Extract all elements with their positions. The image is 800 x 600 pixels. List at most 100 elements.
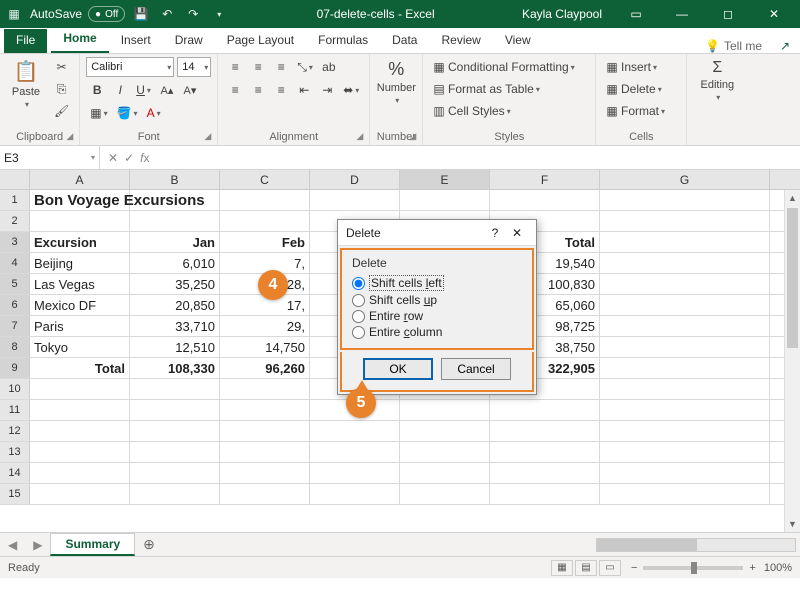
maximize-button[interactable]: ◻ [706,0,750,28]
fx-icon[interactable]: fx [140,151,149,165]
align-right-button[interactable]: ≡ [270,80,292,100]
undo-icon[interactable]: ↶ [157,4,177,24]
borders-button[interactable]: ▦▾ [86,103,111,123]
radio-shift-up[interactable]: Shift cells up [352,292,522,308]
clipboard-launcher[interactable]: ◢ [66,131,73,142]
close-button[interactable]: ✕ [752,0,796,28]
sheet-nav-next[interactable]: ▶ [25,538,50,552]
dialog-cancel-button[interactable]: Cancel [441,358,511,380]
ribbon-options-icon[interactable]: ▭ [614,0,658,28]
row-header[interactable]: 12 [0,421,30,441]
editing-button[interactable]: Σ Editing▾ [693,57,741,104]
cancel-formula-icon[interactable]: ✕ [108,151,118,165]
number-launcher[interactable]: ◢ [409,131,416,142]
select-all-corner[interactable] [0,170,30,189]
insert-cells-button[interactable]: ▦ Insert▾ [602,57,680,77]
tab-insert[interactable]: Insert [109,29,163,53]
col-header-b[interactable]: B [130,170,220,189]
font-name-select[interactable]: Calibri [86,57,174,77]
align-bottom-button[interactable]: ≡ [270,57,292,77]
font-size-select[interactable]: 14 [177,57,211,77]
tab-view[interactable]: View [493,29,543,53]
row-header[interactable]: 1 [0,190,30,210]
merge-button[interactable]: ⬌▾ [339,80,363,100]
format-as-table-button[interactable]: ▤ Format as Table▾ [429,79,589,99]
radio-entire-column[interactable]: Entire column [352,324,522,340]
underline-button[interactable]: U▾ [132,80,155,100]
row-header[interactable]: 7 [0,316,30,336]
view-normal-button[interactable]: ▦ [551,560,573,576]
row-header[interactable]: 10 [0,379,30,399]
shrink-font-button[interactable]: A▾ [179,80,201,100]
tab-draw[interactable]: Draw [163,29,215,53]
redo-icon[interactable]: ↷ [183,4,203,24]
bold-button[interactable]: B [86,80,108,100]
add-sheet-button[interactable]: ⊕ [135,536,163,553]
copy-button[interactable]: ⎘ [50,79,73,99]
tell-me[interactable]: 💡Tell me [705,39,770,53]
col-header-d[interactable]: D [310,170,400,189]
align-top-button[interactable]: ≡ [224,57,246,77]
align-left-button[interactable]: ≡ [224,80,246,100]
grow-font-button[interactable]: A▴ [156,80,178,100]
row-header[interactable]: 11 [0,400,30,420]
row-header[interactable]: 8 [0,337,30,357]
orientation-button[interactable]: ⤡▾ [293,57,317,77]
row-header[interactable]: 13 [0,442,30,462]
row-header[interactable]: 14 [0,463,30,483]
cell[interactable]: Bon Voyage Excursions [30,190,130,210]
formula-input[interactable] [157,146,800,169]
italic-button[interactable]: I [109,80,131,100]
align-middle-button[interactable]: ≡ [247,57,269,77]
sheet-nav-prev[interactable]: ◀ [0,538,25,552]
horizontal-scrollbar[interactable] [163,538,800,552]
tab-formulas[interactable]: Formulas [306,29,380,53]
col-header-e[interactable]: E [400,170,490,189]
zoom-slider[interactable] [643,566,743,570]
format-painter-button[interactable]: 🖌 [50,101,73,121]
paste-button[interactable]: 📋 Paste▾ [6,57,46,111]
row-header[interactable]: 5 [0,274,30,294]
qat-dropdown-icon[interactable]: ▾ [209,4,229,24]
number-format-button[interactable]: % Number▾ [376,57,416,107]
delete-cells-button[interactable]: ▦ Delete▾ [602,79,680,99]
row-header[interactable]: 6 [0,295,30,315]
font-launcher[interactable]: ◢ [204,131,211,142]
zoom-in-button[interactable]: + [749,562,755,574]
share-button[interactable]: ↗ [770,39,800,53]
autosave-toggle[interactable]: ●Off [88,6,125,22]
col-header-c[interactable]: C [220,170,310,189]
scroll-thumb[interactable] [787,208,798,348]
dialog-close-button[interactable]: ✕ [506,226,528,240]
scroll-up-icon[interactable]: ▲ [785,190,800,206]
cell-styles-button[interactable]: ▥ Cell Styles▾ [429,101,589,121]
tab-home[interactable]: Home [51,27,108,53]
fill-color-button[interactable]: 🪣▾ [113,103,142,123]
enter-formula-icon[interactable]: ✓ [124,151,134,165]
view-page-break-button[interactable]: ▭ [599,560,621,576]
zoom-level[interactable]: 100% [764,562,792,574]
radio-entire-row[interactable]: Entire row [352,308,522,324]
tab-review[interactable]: Review [429,29,492,53]
tab-file[interactable]: File [4,29,47,53]
wrap-text-button[interactable]: ab [318,57,340,77]
font-color-button[interactable]: A▾ [143,103,165,123]
cut-button[interactable]: ✂ [50,57,73,77]
row-header[interactable]: 2 [0,211,30,231]
zoom-out-button[interactable]: − [631,562,637,574]
conditional-formatting-button[interactable]: ▦ Conditional Formatting▾ [429,57,589,77]
format-cells-button[interactable]: ▦ Format▾ [602,101,680,121]
name-box[interactable]: E3 [0,146,100,169]
save-icon[interactable]: 💾 [131,4,151,24]
col-header-f[interactable]: F [490,170,600,189]
increase-indent-button[interactable]: ⇥ [316,80,338,100]
align-center-button[interactable]: ≡ [247,80,269,100]
scroll-down-icon[interactable]: ▼ [785,516,800,532]
user-name[interactable]: Kayla Claypool [522,7,602,21]
sheet-tab-summary[interactable]: Summary [50,533,135,556]
col-header-g[interactable]: G [600,170,770,189]
col-header-a[interactable]: A [30,170,130,189]
tab-data[interactable]: Data [380,29,429,53]
row-header[interactable]: 4 [0,253,30,273]
dialog-ok-button[interactable]: OK [363,358,433,380]
